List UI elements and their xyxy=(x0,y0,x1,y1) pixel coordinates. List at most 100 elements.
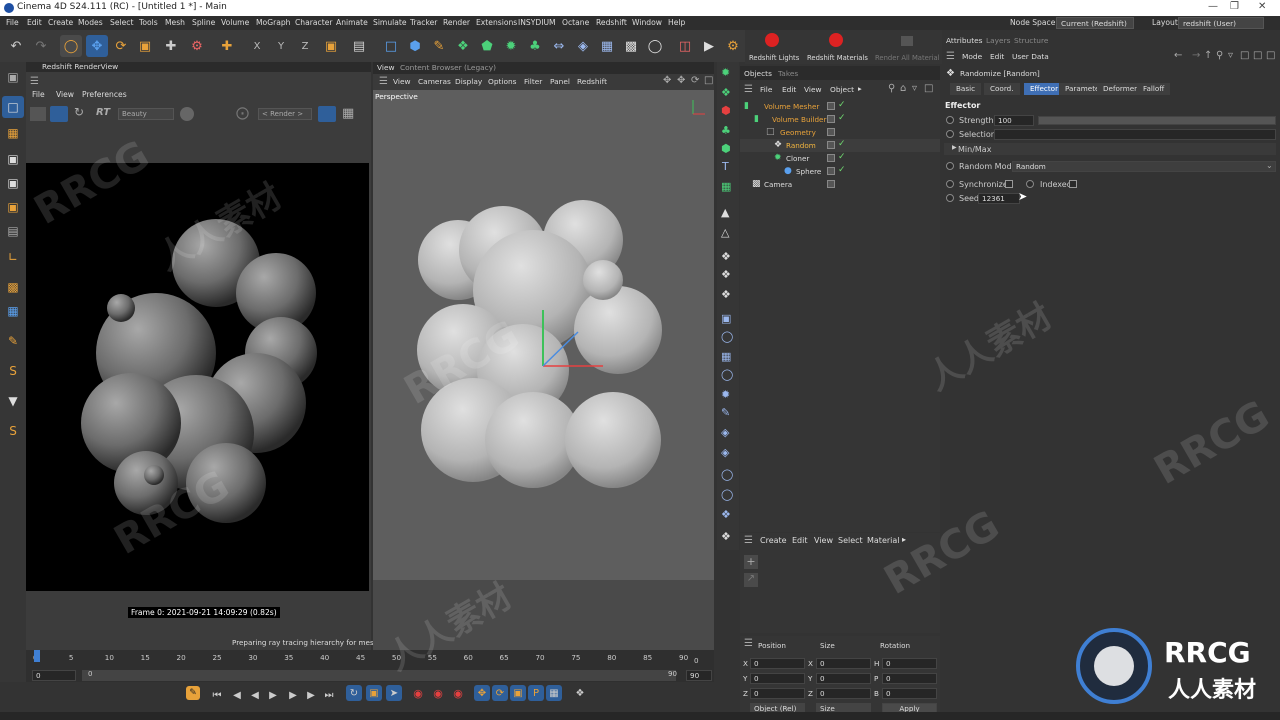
field-curve-icon[interactable]: ◈ xyxy=(721,446,729,459)
record-active-icon[interactable]: ◉ xyxy=(410,685,426,701)
rt-toggle[interactable]: RT xyxy=(96,107,110,118)
vp-menu-view[interactable]: View xyxy=(393,77,411,86)
refresh-icon[interactable]: ↻ xyxy=(74,105,84,119)
visibility-toggle[interactable] xyxy=(827,115,835,123)
octane-s-icon[interactable]: S xyxy=(2,360,24,382)
field-shader-icon[interactable]: ✎ xyxy=(721,406,730,419)
rotate-tool-icon[interactable]: ⟳ xyxy=(110,35,132,57)
uv-mode-icon[interactable]: ▤ xyxy=(2,220,24,242)
menu-spline[interactable]: Spline xyxy=(192,18,215,27)
tree-row[interactable]: ▮ Volume Builder ✓ xyxy=(740,113,940,126)
preview-range-slider[interactable]: 0 90 xyxy=(82,670,677,681)
minmax-group[interactable]: ▶ Min/Max xyxy=(944,143,1276,155)
strength-slider[interactable] xyxy=(1038,116,1276,125)
obj-menu-object[interactable]: Object xyxy=(830,85,854,94)
script-icon[interactable]: S xyxy=(2,420,24,442)
tab-structure[interactable]: Structure xyxy=(1014,36,1048,45)
menu-tools[interactable]: Tools xyxy=(139,18,158,27)
menu-tracker[interactable]: Tracker xyxy=(410,18,437,27)
menu-file[interactable]: File xyxy=(6,18,19,27)
axis-icon[interactable]: ✚ xyxy=(216,35,238,57)
render-all-materials-button[interactable]: Render All Material xyxy=(875,54,940,62)
tab-layers[interactable]: Layers xyxy=(986,36,1010,45)
y-axis-icon[interactable]: Y xyxy=(270,35,292,57)
random-mode-keyframe-toggle[interactable] xyxy=(946,162,954,170)
transform-tool-icon[interactable]: ✚ xyxy=(160,35,182,57)
tab-objects[interactable]: Objects xyxy=(744,69,772,78)
visibility-toggle[interactable] xyxy=(827,180,835,188)
key-param-icon[interactable]: P xyxy=(528,685,544,701)
render-settings-icon[interactable]: ▤ xyxy=(348,35,370,57)
field-python-icon[interactable]: ❖ xyxy=(721,530,731,543)
redshift-materials-button[interactable]: Redshift Materials xyxy=(807,54,868,62)
rgb-icon[interactable] xyxy=(180,107,194,121)
polygons-mode-icon[interactable]: ▣ xyxy=(2,196,24,218)
tree-row[interactable]: ▮ Volume Mesher ✓ xyxy=(740,100,940,113)
menu-mograph[interactable]: MoGraph xyxy=(256,18,291,27)
field-formula-icon[interactable]: ◯ xyxy=(721,488,733,501)
menu-volume[interactable]: Volume xyxy=(221,18,249,27)
enabled-check-icon[interactable]: ✓ xyxy=(838,113,846,123)
motion-mode-icon[interactable]: ➤ xyxy=(386,685,402,701)
seed-keyframe-toggle[interactable] xyxy=(946,194,954,202)
hamburger-menu-icon[interactable]: ☰ xyxy=(30,76,39,87)
start-render-icon[interactable] xyxy=(50,106,68,122)
mat-more-icon[interactable]: ▸ xyxy=(902,535,906,544)
make-editable-icon[interactable]: ▣ xyxy=(2,66,24,88)
menu-extensions[interactable]: Extensions xyxy=(476,18,517,27)
enabled-check-icon[interactable]: ✓ xyxy=(838,100,846,110)
red-cube-icon[interactable]: ⬢ xyxy=(721,104,731,117)
menu-simulate[interactable]: Simulate xyxy=(373,18,407,27)
mat-menu-material[interactable]: Material xyxy=(867,536,900,545)
menu-render[interactable]: Render xyxy=(443,18,470,27)
texture-mode-icon[interactable]: ▦ xyxy=(2,122,24,144)
selection-keyframe-toggle[interactable] xyxy=(946,130,954,138)
grid-icon[interactable]: ▦ xyxy=(342,106,354,121)
visibility-toggle[interactable] xyxy=(827,154,835,162)
enabled-check-icon[interactable]: ✓ xyxy=(838,165,846,175)
minimize-icon[interactable]: — xyxy=(1208,1,1218,12)
mat-menu-edit[interactable]: Edit xyxy=(792,536,808,545)
floor-icon[interactable]: ▦ xyxy=(596,35,618,57)
menu-help[interactable]: Help xyxy=(668,18,685,27)
search-icon[interactable]: ⚲ xyxy=(888,83,895,94)
layout-dropdown[interactable]: redshift (User) xyxy=(1178,17,1264,29)
vp-menu-redshift[interactable]: Redshift xyxy=(577,77,607,86)
playhead[interactable] xyxy=(34,650,40,662)
start-frame-field[interactable]: 0 xyxy=(32,670,76,681)
attr-menu-userdata[interactable]: User Data xyxy=(1012,52,1049,61)
synchronized-keyframe-toggle[interactable] xyxy=(946,180,954,188)
menu-edit[interactable]: Edit xyxy=(27,18,42,27)
random-mode-dropdown[interactable]: Random xyxy=(1012,161,1276,172)
seed-field[interactable]: 12361 xyxy=(978,193,1020,204)
menu-animate[interactable]: Animate xyxy=(336,18,368,27)
tree-row[interactable]: ✹ Cloner ✓ xyxy=(740,152,940,165)
primitive-icon[interactable]: ⬢ xyxy=(404,35,426,57)
enabled-check-icon[interactable]: ✓ xyxy=(838,139,846,149)
menu-modes[interactable]: Modes xyxy=(78,18,103,27)
menu-insydium[interactable]: INSYDIUM xyxy=(518,18,556,27)
deformer-icon[interactable]: ⇔ xyxy=(548,35,570,57)
tab-view[interactable]: View xyxy=(377,63,395,72)
add-material-icon[interactable]: + xyxy=(744,555,758,569)
tracer-icon[interactable]: ▦ xyxy=(721,180,731,193)
redshift-materials-icon[interactable] xyxy=(829,33,843,47)
menu-window[interactable]: Window xyxy=(632,18,662,27)
new-window-icon[interactable]: □ xyxy=(924,83,933,94)
rotate-view-icon[interactable]: ⟳ xyxy=(691,75,699,86)
recent-tools-icon[interactable]: ⚙ xyxy=(186,35,208,57)
cube-icon[interactable]: □ xyxy=(380,35,402,57)
field-sound-icon[interactable]: ◈ xyxy=(721,426,729,439)
pen-spline-icon[interactable]: ✎ xyxy=(428,35,450,57)
field-box-icon[interactable]: ▦ xyxy=(721,350,731,363)
rv-menu-file[interactable]: File xyxy=(32,90,45,99)
field-random-icon[interactable]: ✹ xyxy=(721,388,730,401)
vp-menu-cameras[interactable]: Cameras xyxy=(418,77,451,86)
keyframe-selection-icon[interactable]: ◉ xyxy=(450,685,466,701)
effector-random-icon[interactable]: ❖ xyxy=(721,288,731,301)
rv-menu-view[interactable]: View xyxy=(56,90,74,99)
move-tool-icon[interactable]: ✥ xyxy=(86,35,108,57)
attr-lock-icon[interactable]: □ xyxy=(1240,50,1249,61)
voronoi-icon[interactable]: ⬢ xyxy=(721,142,731,155)
timeline-settings-icon[interactable]: ❖ xyxy=(572,685,588,701)
